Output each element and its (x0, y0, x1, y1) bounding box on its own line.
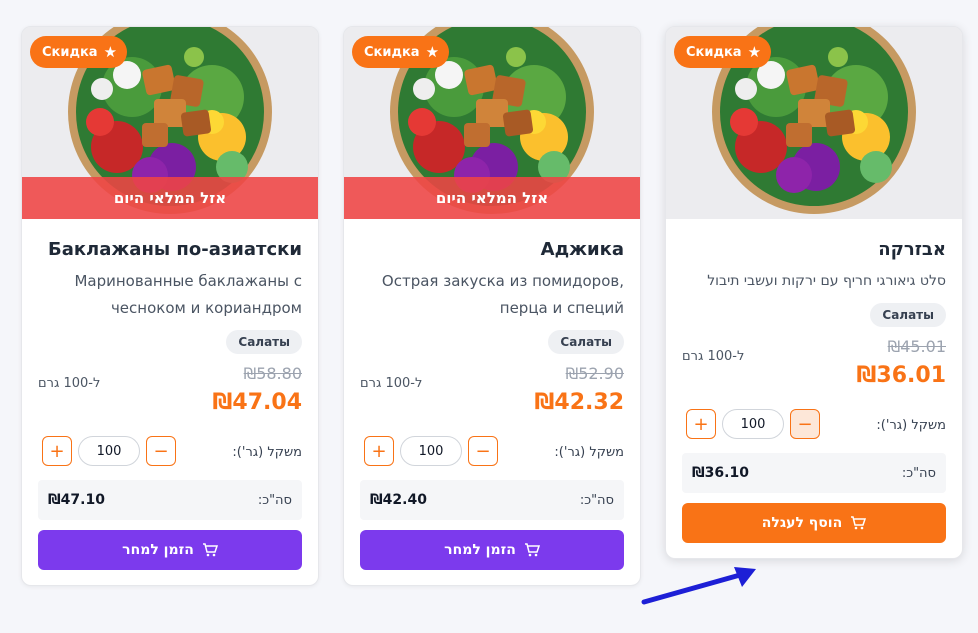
add-to-cart-button[interactable]: הוסף לעגלה (682, 503, 946, 543)
badge-label: Скидка (364, 44, 420, 60)
category-tag: Салаты (870, 303, 946, 327)
add-to-cart-label: הוסף לעגלה (761, 515, 843, 531)
discount-badge: Скидка ★ (352, 36, 450, 68)
price-unit: ל-100 גרם (360, 376, 423, 391)
total-row: סה"כ: ₪47.10 (38, 480, 302, 520)
minus-icon: − (797, 413, 813, 435)
decrease-button[interactable]: − (146, 436, 176, 466)
cart-icon (202, 542, 218, 558)
sold-out-banner: אזל המלאי היום (22, 177, 318, 219)
badge-label: Скидка (686, 44, 742, 60)
weight-label: משקל (גר'): (554, 445, 624, 460)
quantity-stepper: + 100 − (42, 436, 176, 466)
increase-button[interactable]: + (364, 436, 394, 466)
product-image[interactable]: Скидка ★ (666, 27, 962, 219)
category-tag: Салаты (548, 330, 624, 354)
minus-icon: − (153, 440, 169, 462)
old-price: ₪58.80 (243, 364, 302, 383)
increase-button[interactable]: + (686, 409, 716, 439)
annotation-arrow (641, 567, 756, 605)
cart-icon (850, 515, 867, 531)
product-title: Аджика (540, 239, 624, 260)
weight-input[interactable]: 100 (78, 436, 140, 466)
preorder-button[interactable]: הזמן למחר (360, 530, 624, 570)
product-title: אבזרקה (878, 239, 946, 260)
price-unit: ל-100 גרם (38, 376, 101, 391)
total-value: ₪36.10 (692, 465, 749, 481)
total-label: סה"כ: (579, 492, 614, 508)
total-value: ₪42.40 (370, 492, 427, 508)
weight-label: משקל (גר'): (876, 418, 946, 433)
quantity-stepper: + 100 − (364, 436, 498, 466)
plus-icon: + (693, 413, 709, 435)
decrease-button[interactable]: − (790, 409, 820, 439)
old-price: ₪52.90 (565, 364, 624, 383)
cart-icon (524, 542, 540, 558)
plus-icon: + (371, 440, 387, 462)
total-row: סה"כ: ₪36.10 (682, 453, 946, 493)
decrease-button[interactable]: − (468, 436, 498, 466)
discount-badge: Скидка ★ (30, 36, 128, 68)
product-title: Баклажаны по-азиатски (47, 239, 302, 260)
star-icon: ★ (425, 42, 440, 61)
minus-icon: − (475, 440, 491, 462)
product-description: סלט גיאורגי חריף עם ירקות ועשבי תיבול (707, 273, 946, 289)
preorder-label: הזמן למחר (122, 542, 194, 558)
old-price: ₪45.01 (887, 337, 946, 356)
weight-label: משקל (גר'): (232, 445, 302, 460)
quantity-stepper: + 100 − (686, 409, 820, 439)
new-price: ₪47.04 (212, 390, 302, 415)
product-image[interactable]: Скидка ★ אזל המלאי היום (22, 27, 318, 219)
product-card: Скидка ★ אזל המלאי היום Баклажаны по-ази… (21, 26, 319, 586)
new-price: ₪36.01 (856, 363, 946, 388)
star-icon: ★ (747, 42, 762, 61)
category-tag: Салаты (226, 330, 302, 354)
product-description: Маринованные баклажаны с чесноком и кори… (74, 272, 302, 317)
star-icon: ★ (103, 42, 118, 61)
plus-icon: + (49, 440, 65, 462)
product-description: Острая закуска из помидоров, перца и спе… (381, 272, 624, 317)
badge-label: Скидка (42, 44, 98, 60)
total-value: ₪47.10 (48, 492, 105, 508)
product-card: Скидка ★ אזל המלאי היום Аджика Острая за… (343, 26, 641, 586)
weight-input[interactable]: 100 (400, 436, 462, 466)
preorder-label: הזמן למחר (444, 542, 516, 558)
increase-button[interactable]: + (42, 436, 72, 466)
preorder-button[interactable]: הזמן למחר (38, 530, 302, 570)
product-image[interactable]: Скидка ★ אזל המלאי היום (344, 27, 640, 219)
discount-badge: Скидка ★ (674, 36, 772, 68)
weight-input[interactable]: 100 (722, 409, 784, 439)
product-card: Скидка ★ אבזרקה סלט גיאורגי חריף עם ירקו… (665, 26, 963, 559)
total-label: סה"כ: (257, 492, 292, 508)
total-label: סה"כ: (901, 465, 936, 481)
new-price: ₪42.32 (534, 390, 624, 415)
sold-out-banner: אזל המלאי היום (344, 177, 640, 219)
total-row: סה"כ: ₪42.40 (360, 480, 624, 520)
price-unit: ל-100 גרם (682, 349, 745, 364)
